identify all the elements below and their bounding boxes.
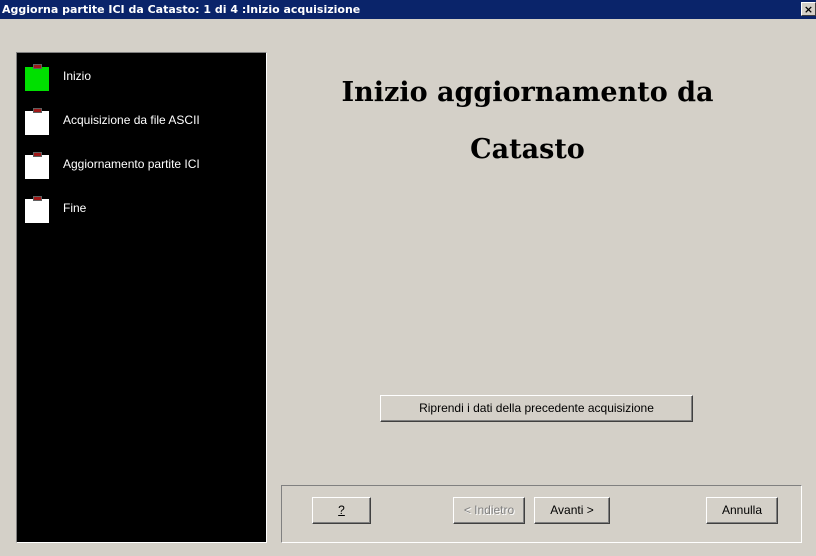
step-label: Acquisizione da file ASCII (63, 113, 200, 127)
step-label: Aggiornamento partite ICI (63, 157, 200, 171)
clip-icon (33, 196, 42, 201)
page-title-line2: Catasto (470, 134, 585, 165)
page-title: Inizio aggiornamento da Catasto (285, 64, 770, 178)
clip-icon (33, 108, 42, 113)
step-status-icon (25, 199, 49, 223)
help-button[interactable]: ? (312, 497, 371, 524)
help-label: ? (338, 503, 345, 517)
step-status-icon (25, 111, 49, 135)
step-status-icon (25, 67, 49, 91)
window-title: Aggiorna partite ICI da Catasto: 1 di 4 … (2, 3, 361, 16)
step-aggiornamento: Aggiornamento partite ICI (25, 143, 255, 179)
step-label: Fine (63, 201, 87, 215)
page-title-line1: Inizio aggiornamento da (341, 77, 714, 108)
back-button[interactable]: < Indietro (453, 497, 525, 524)
cancel-button[interactable]: Annulla (706, 497, 778, 524)
step-status-icon (25, 155, 49, 179)
window-titlebar: Aggiorna partite ICI da Catasto: 1 di 4 … (0, 0, 816, 19)
clip-icon (33, 152, 42, 157)
step-acquisizione: Acquisizione da file ASCII (25, 99, 255, 135)
close-icon: × (803, 3, 814, 16)
steps-panel: Inizio Acquisizione da file ASCII Aggior… (16, 52, 267, 543)
step-label: Inizio (63, 69, 92, 83)
next-button[interactable]: Avanti > (534, 497, 610, 524)
step-inizio: Inizio (25, 55, 255, 91)
resume-previous-button[interactable]: Riprendi i dati della precedente acquisi… (380, 395, 693, 422)
clip-icon (33, 64, 42, 69)
close-button[interactable]: × (801, 2, 816, 16)
step-fine: Fine (25, 187, 255, 223)
